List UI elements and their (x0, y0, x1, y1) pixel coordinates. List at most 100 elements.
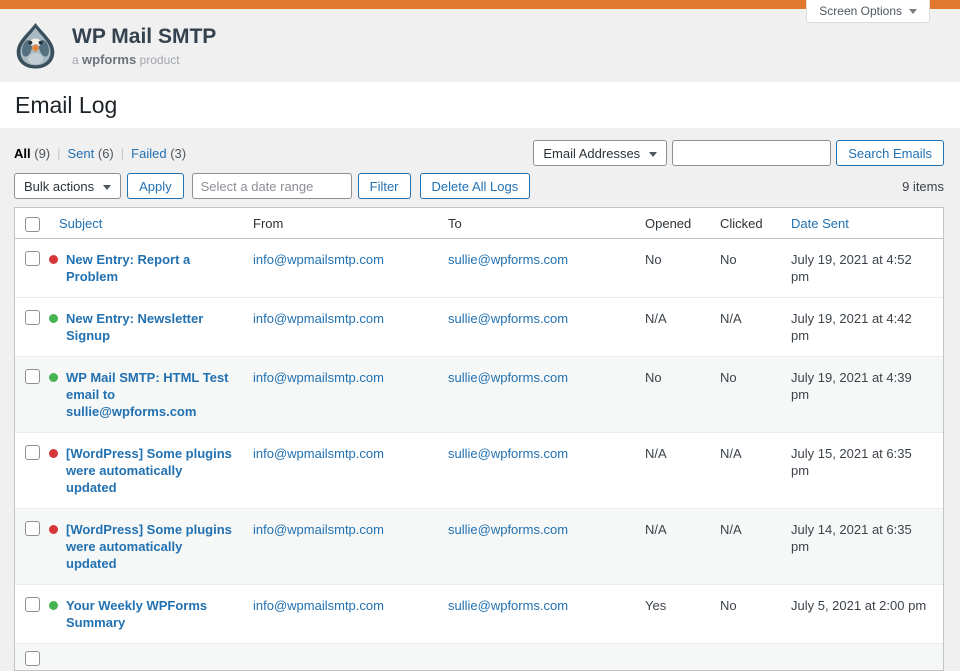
from-cell: info@wpmailsmtp.com (243, 357, 438, 433)
byline-suffix: product (140, 53, 180, 67)
subject-link[interactable]: New Entry: Report a Problem (66, 251, 233, 285)
email-log-content: All (9) | Sent (6) | Failed (3) Email Addres… (0, 128, 960, 671)
clicked-cell: No (710, 239, 781, 298)
row-checkbox[interactable] (25, 597, 40, 612)
date-sent-cell: July 5, 2021 at 2:00 pm (781, 585, 943, 644)
to-email-link[interactable]: sullie@wpforms.com (448, 598, 568, 613)
to-cell: sullie@wpforms.com (438, 357, 635, 433)
to-cell: sullie@wpforms.com (438, 509, 635, 585)
row-checkbox[interactable] (25, 310, 40, 325)
column-header-opened: Opened (635, 208, 710, 239)
from-email-link[interactable]: info@wpmailsmtp.com (253, 370, 384, 385)
apply-button[interactable]: Apply (127, 173, 184, 199)
from-cell: info@wpmailsmtp.com (243, 509, 438, 585)
search-field-selected: Email Addresses (543, 146, 640, 161)
row-checkbox[interactable] (25, 651, 40, 666)
column-header-from: From (243, 208, 438, 239)
row-checkbox[interactable] (25, 251, 40, 266)
page-title: Email Log (15, 92, 117, 119)
view-count: (3) (170, 146, 186, 161)
status-dot-icon (49, 601, 58, 610)
status-dot-icon (49, 373, 58, 382)
opened-cell: No (635, 239, 710, 298)
from-email-link[interactable]: info@wpmailsmtp.com (253, 252, 384, 267)
page-title-bar: Email Log (0, 82, 960, 128)
date-range-input[interactable] (192, 173, 352, 199)
items-count: 9 items (902, 179, 944, 194)
date-sent-cell: July 19, 2021 at 4:39 pm (781, 357, 943, 433)
email-log-row-partial (15, 644, 943, 671)
date-sent-cell: July 19, 2021 at 4:52 pm (781, 239, 943, 298)
row-checkbox[interactable] (25, 445, 40, 460)
date-sent-sort-link[interactable]: Date Sent (791, 216, 849, 231)
date-sent-cell: July 15, 2021 at 6:35 pm (781, 433, 943, 509)
column-header-date-sent[interactable]: Date Sent (781, 208, 943, 239)
email-log-row: WP Mail SMTP: HTML Test email to sullie@… (15, 357, 943, 433)
email-log-rows: New Entry: Report a Problem info@wpmails… (15, 239, 943, 671)
subject-link[interactable]: Your Weekly WPForms Summary (66, 597, 233, 631)
actions-toolbar: Bulk actions Apply Filter Delete All Log… (14, 173, 944, 199)
column-header-subject[interactable]: Subject (49, 208, 243, 239)
column-header-clicked: Clicked (710, 208, 781, 239)
opened-cell: No (635, 357, 710, 433)
to-email-link[interactable]: sullie@wpforms.com (448, 522, 568, 537)
subject-link[interactable]: New Entry: Newsletter Signup (66, 310, 233, 344)
to-email-link[interactable]: sullie@wpforms.com (448, 446, 568, 461)
subject-link[interactable]: WP Mail SMTP: HTML Test email to sullie@… (66, 369, 233, 420)
email-log-row: New Entry: Newsletter Signup info@wpmail… (15, 298, 943, 357)
bulk-actions-select[interactable]: Bulk actions (14, 173, 121, 199)
status-dot-icon (49, 255, 58, 264)
screen-options-button[interactable]: Screen Options (806, 0, 930, 23)
view-count: (9) (34, 146, 50, 161)
search-input[interactable] (672, 140, 831, 166)
filter-button[interactable]: Filter (358, 173, 411, 199)
table-header-row: Subject From To Opened Clicked Date Sent (15, 208, 943, 239)
subject-sort-link[interactable]: Subject (59, 216, 102, 231)
date-sent-cell: July 19, 2021 at 4:42 pm (781, 298, 943, 357)
search-field-select[interactable]: Email Addresses (533, 140, 667, 166)
search-emails-button[interactable]: Search Emails (836, 140, 944, 166)
email-log-row: [WordPress] Some plugins were automatica… (15, 509, 943, 585)
to-email-link[interactable]: sullie@wpforms.com (448, 311, 568, 326)
delete-all-logs-button[interactable]: Delete All Logs (420, 173, 531, 199)
byline-prefix: a (72, 53, 79, 67)
from-cell: info@wpmailsmtp.com (243, 433, 438, 509)
view-filter-failed[interactable]: Failed (3) (131, 146, 186, 161)
subject-link[interactable]: [WordPress] Some plugins were automatica… (66, 521, 233, 572)
view-count: (6) (98, 146, 114, 161)
from-email-link[interactable]: info@wpmailsmtp.com (253, 311, 384, 326)
view-separator: | (57, 146, 60, 161)
opened-cell: N/A (635, 433, 710, 509)
plugin-name: WP Mail SMTP (72, 25, 216, 49)
plugin-branding: WP Mail SMTP a wpforms product (72, 25, 216, 67)
to-email-link[interactable]: sullie@wpforms.com (448, 370, 568, 385)
from-cell: info@wpmailsmtp.com (243, 239, 438, 298)
clicked-cell: No (710, 585, 781, 644)
from-email-link[interactable]: info@wpmailsmtp.com (253, 522, 384, 537)
opened-cell: N/A (635, 509, 710, 585)
status-dot-icon (49, 525, 58, 534)
chevron-down-icon (909, 9, 917, 14)
row-checkbox[interactable] (25, 521, 40, 536)
from-email-link[interactable]: info@wpmailsmtp.com (253, 598, 384, 613)
clicked-cell: N/A (710, 509, 781, 585)
view-filter-all[interactable]: All (9) (14, 146, 50, 161)
to-cell: sullie@wpforms.com (438, 239, 635, 298)
email-log-table: Subject From To Opened Clicked Date Sent… (14, 207, 944, 671)
search-controls: Email Addresses Search Emails (533, 140, 944, 166)
opened-cell: Yes (635, 585, 710, 644)
row-checkbox[interactable] (25, 369, 40, 384)
bulk-actions-selected: Bulk actions (24, 179, 94, 194)
to-email-link[interactable]: sullie@wpforms.com (448, 252, 568, 267)
view-separator: | (121, 146, 124, 161)
column-header-to: To (438, 208, 635, 239)
select-all-checkbox[interactable] (25, 217, 40, 232)
status-dot-icon (49, 449, 58, 458)
view-filter-sent[interactable]: Sent (6) (68, 146, 114, 161)
from-email-link[interactable]: info@wpmailsmtp.com (253, 446, 384, 461)
from-cell: info@wpmailsmtp.com (243, 585, 438, 644)
status-dot-icon (49, 314, 58, 323)
subject-link[interactable]: [WordPress] Some plugins were automatica… (66, 445, 233, 496)
from-cell: info@wpmailsmtp.com (243, 298, 438, 357)
wp-mail-smtp-pigeon-logo-icon (12, 22, 59, 69)
